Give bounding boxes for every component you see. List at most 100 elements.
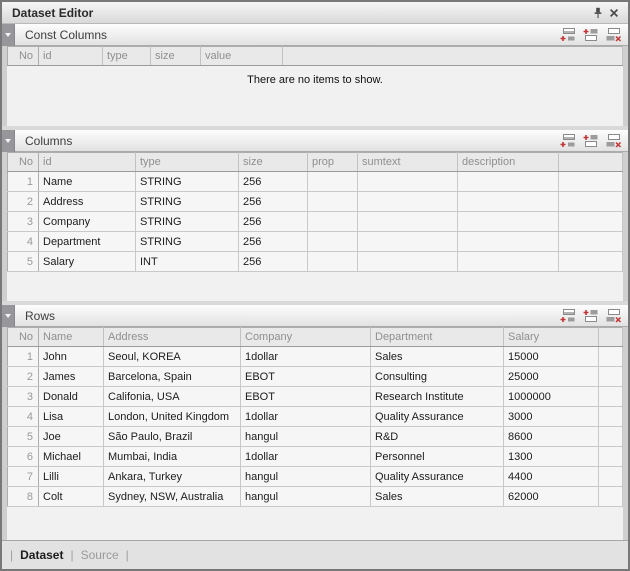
data-cell[interactable]: 256 (239, 212, 308, 232)
data-cell[interactable] (308, 172, 358, 192)
column-header[interactable]: description (458, 153, 559, 172)
column-header[interactable]: Department (371, 328, 504, 347)
data-cell[interactable]: STRING (136, 212, 239, 232)
data-cell[interactable] (358, 252, 458, 272)
data-cell[interactable]: Michael (39, 447, 104, 467)
row-number-cell[interactable]: 3 (8, 387, 39, 407)
column-header[interactable]: size (239, 153, 308, 172)
data-cell[interactable]: London, United Kingdom (104, 407, 241, 427)
column-header[interactable]: No (8, 328, 39, 347)
delete-item-icon[interactable] (604, 133, 623, 149)
column-header[interactable]: size (151, 47, 201, 66)
data-cell[interactable]: 15000 (504, 347, 599, 367)
data-cell[interactable] (308, 192, 358, 212)
data-cell[interactable]: 3000 (504, 407, 599, 427)
column-header[interactable] (559, 153, 623, 172)
data-cell[interactable] (599, 387, 623, 407)
insert-item-icon[interactable] (581, 133, 600, 149)
row-number-cell[interactable]: 6 (8, 447, 39, 467)
column-header[interactable]: Company (241, 328, 371, 347)
pin-icon[interactable] (590, 5, 606, 21)
data-cell[interactable]: 1300 (504, 447, 599, 467)
column-header[interactable]: No (8, 153, 39, 172)
data-cell[interactable] (358, 192, 458, 212)
data-cell[interactable]: Joe (39, 427, 104, 447)
data-cell[interactable]: EBOT (241, 387, 371, 407)
data-cell[interactable]: hangul (241, 427, 371, 447)
data-cell[interactable]: 1000000 (504, 387, 599, 407)
row-number-cell[interactable]: 1 (8, 172, 39, 192)
row-number-cell[interactable]: 4 (8, 407, 39, 427)
data-cell[interactable]: John (39, 347, 104, 367)
data-cell[interactable]: Department (39, 232, 136, 252)
row-number-cell[interactable]: 8 (8, 487, 39, 507)
data-cell[interactable]: STRING (136, 172, 239, 192)
data-cell[interactable]: Address (39, 192, 136, 212)
row-number-cell[interactable]: 4 (8, 232, 39, 252)
data-cell[interactable]: EBOT (241, 367, 371, 387)
tab-dataset[interactable]: Dataset (20, 548, 63, 562)
data-cell[interactable] (599, 447, 623, 467)
data-cell[interactable] (458, 212, 559, 232)
data-cell[interactable] (458, 252, 559, 272)
add-item-icon[interactable] (558, 133, 577, 149)
row-number-cell[interactable]: 5 (8, 252, 39, 272)
insert-item-icon[interactable] (581, 308, 600, 324)
data-cell[interactable]: Colt (39, 487, 104, 507)
data-cell[interactable] (559, 172, 623, 192)
column-header[interactable]: type (103, 47, 151, 66)
data-cell[interactable]: 256 (239, 172, 308, 192)
data-cell[interactable]: 256 (239, 252, 308, 272)
data-cell[interactable]: Donald (39, 387, 104, 407)
data-cell[interactable]: Personnel (371, 447, 504, 467)
data-cell[interactable] (559, 212, 623, 232)
column-header[interactable]: prop (308, 153, 358, 172)
data-cell[interactable]: 256 (239, 232, 308, 252)
data-cell[interactable] (559, 252, 623, 272)
data-cell[interactable]: 4400 (504, 467, 599, 487)
row-number-cell[interactable]: 2 (8, 367, 39, 387)
data-cell[interactable]: Consulting (371, 367, 504, 387)
close-icon[interactable] (606, 5, 622, 21)
data-cell[interactable] (458, 192, 559, 212)
data-cell[interactable]: Califonia, USA (104, 387, 241, 407)
data-cell[interactable]: Quality Assurance (371, 407, 504, 427)
collapse-icon[interactable] (2, 305, 15, 327)
column-header[interactable]: sumtext (358, 153, 458, 172)
data-cell[interactable]: Quality Assurance (371, 467, 504, 487)
column-header[interactable]: No (8, 47, 39, 66)
data-cell[interactable]: James (39, 367, 104, 387)
data-cell[interactable]: STRING (136, 192, 239, 212)
column-header[interactable] (599, 328, 623, 347)
column-header[interactable]: id (39, 47, 103, 66)
data-cell[interactable] (458, 232, 559, 252)
data-cell[interactable]: 62000 (504, 487, 599, 507)
column-header[interactable]: value (201, 47, 283, 66)
data-cell[interactable]: 1dollar (241, 347, 371, 367)
column-header[interactable]: id (39, 153, 136, 172)
column-header[interactable]: type (136, 153, 239, 172)
data-cell[interactable]: Barcelona, Spain (104, 367, 241, 387)
data-cell[interactable] (599, 467, 623, 487)
data-cell[interactable] (308, 212, 358, 232)
data-cell[interactable] (308, 252, 358, 272)
data-cell[interactable] (599, 487, 623, 507)
delete-item-icon[interactable] (604, 27, 623, 43)
data-cell[interactable]: Sales (371, 487, 504, 507)
column-header[interactable]: Address (104, 328, 241, 347)
row-number-cell[interactable]: 1 (8, 347, 39, 367)
data-cell[interactable]: 256 (239, 192, 308, 212)
tab-source[interactable]: Source (81, 548, 119, 562)
data-cell[interactable]: São Paulo, Brazil (104, 427, 241, 447)
data-cell[interactable]: STRING (136, 232, 239, 252)
data-cell[interactable]: Ankara, Turkey (104, 467, 241, 487)
column-header[interactable]: Salary (504, 328, 599, 347)
data-cell[interactable] (358, 232, 458, 252)
data-cell[interactable] (599, 367, 623, 387)
add-item-icon[interactable] (558, 27, 577, 43)
data-cell[interactable]: Research Institute (371, 387, 504, 407)
insert-item-icon[interactable] (581, 27, 600, 43)
collapse-icon[interactable] (2, 24, 15, 46)
data-cell[interactable] (599, 347, 623, 367)
data-cell[interactable]: hangul (241, 467, 371, 487)
